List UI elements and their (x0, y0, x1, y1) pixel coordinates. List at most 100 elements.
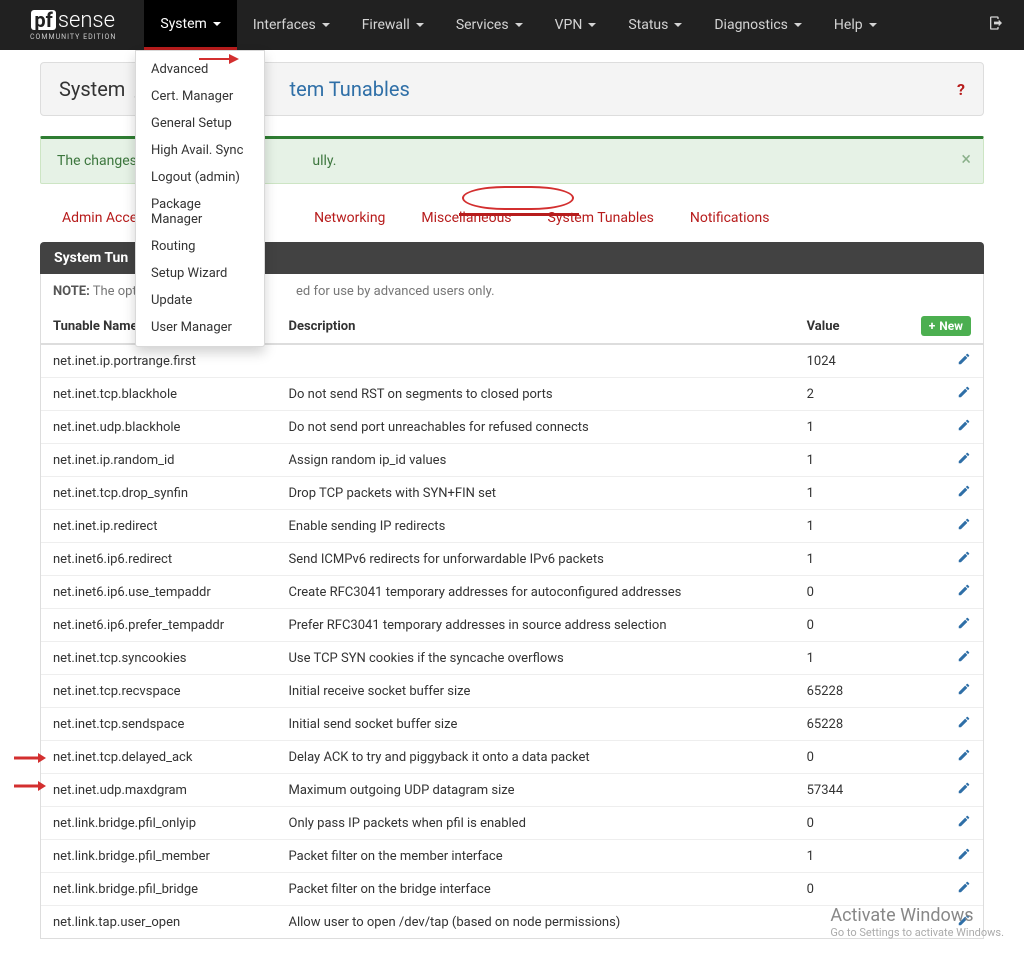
edit-button[interactable] (957, 850, 971, 865)
tab-system-tunables[interactable]: System Tunables (544, 208, 658, 228)
edit-button[interactable] (957, 784, 971, 799)
cell-desc: Only pass IP packets when pfil is enable… (277, 807, 795, 840)
logo[interactable]: pf sense COMMUNITY EDITION (30, 10, 116, 41)
cell-value: 0 (795, 873, 889, 906)
cell-value: 1 (795, 543, 889, 576)
caret-down-icon (515, 23, 523, 27)
new-button[interactable]: + New (921, 316, 971, 336)
logout-button[interactable] (988, 15, 1004, 35)
tab-miscellaneous[interactable]: Miscellaneous (417, 208, 515, 228)
col-actions: + New (889, 309, 983, 344)
edit-button[interactable] (957, 817, 971, 832)
col-desc: Description (277, 309, 795, 344)
cell-value (795, 906, 889, 939)
tab-networking[interactable]: Networking (310, 208, 389, 228)
cell-desc: Do not send RST on segments to closed po… (277, 378, 795, 411)
tab-notifications[interactable]: Notifications (686, 208, 774, 228)
edit-button[interactable] (957, 619, 971, 634)
edit-button[interactable] (957, 553, 971, 568)
dropdown-item-cert-manager[interactable]: Cert. Manager (136, 83, 264, 110)
cell-desc: Use TCP SYN cookies if the syncache over… (277, 642, 795, 675)
edit-button[interactable] (957, 685, 971, 700)
dropdown-item-setup-wizard[interactable]: Setup Wizard (136, 260, 264, 287)
pencil-icon (957, 517, 971, 531)
edit-button[interactable] (957, 487, 971, 502)
caret-down-icon (674, 23, 682, 27)
dropdown-item-high-avail-sync[interactable]: High Avail. Sync (136, 137, 264, 164)
table-row: net.link.tap.user_openAllow user to open… (41, 906, 983, 939)
cell-tunable: net.inet.tcp.delayed_ack (41, 741, 277, 774)
cell-value: 65228 (795, 708, 889, 741)
cell-value: 1 (795, 642, 889, 675)
cell-value: 0 (795, 609, 889, 642)
cell-tunable: net.inet.ip.portrange.first (41, 344, 277, 378)
dropdown-item-logout-admin-[interactable]: Logout (admin) (136, 164, 264, 191)
edit-button[interactable] (957, 388, 971, 403)
edit-button[interactable] (957, 652, 971, 667)
dropdown-item-advanced[interactable]: Advanced (136, 56, 264, 83)
edit-button[interactable] (957, 718, 971, 733)
edit-button[interactable] (957, 520, 971, 535)
table-row: net.inet.udp.maxdgramMaximum outgoing UD… (41, 774, 983, 807)
caret-down-icon (794, 23, 802, 27)
nav-item-diagnostics[interactable]: Diagnostics (698, 0, 818, 50)
caret-down-icon (416, 23, 424, 27)
cell-desc: Initial receive socket buffer size (277, 675, 795, 708)
dropdown-item-general-setup[interactable]: General Setup (136, 110, 264, 137)
dropdown-item-routing[interactable]: Routing (136, 233, 264, 260)
pencil-icon (957, 748, 971, 762)
pencil-icon (957, 550, 971, 564)
help-icon[interactable]: ? (957, 80, 965, 99)
pencil-icon (957, 880, 971, 894)
dropdown-item-user-manager[interactable]: User Manager (136, 314, 264, 341)
nav-item-help[interactable]: Help (818, 0, 893, 50)
alert-close-button[interactable]: × (961, 149, 971, 170)
edit-button[interactable] (957, 421, 971, 436)
nav-item-interfaces[interactable]: Interfaces (237, 0, 346, 50)
table-row: net.inet.tcp.recvspaceInitial receive so… (41, 675, 983, 708)
cell-tunable: net.inet6.ip6.prefer_tempaddr (41, 609, 277, 642)
nav-item-status[interactable]: Status (612, 0, 698, 50)
panel-body: NOTE: The options on this page are inten… (40, 274, 984, 939)
cell-tunable: net.inet.ip.random_id (41, 444, 277, 477)
cell-desc: Drop TCP packets with SYN+FIN set (277, 477, 795, 510)
logo-pf: pf (31, 10, 55, 30)
nav-item-firewall[interactable]: Firewall (346, 0, 440, 50)
table-row: net.inet6.ip6.prefer_tempaddrPrefer RFC3… (41, 609, 983, 642)
cell-tunable: net.inet.ip.redirect (41, 510, 277, 543)
cell-tunable: net.inet.tcp.recvspace (41, 675, 277, 708)
nav-item-vpn[interactable]: VPN (539, 0, 613, 50)
nav-item-system[interactable]: System (144, 0, 236, 50)
cell-desc: Allow user to open /dev/tap (based on no… (277, 906, 795, 939)
pencil-icon (957, 451, 971, 465)
pencil-icon (957, 649, 971, 663)
edit-button[interactable] (957, 916, 971, 931)
caret-down-icon (213, 22, 221, 26)
dropdown-item-package-manager[interactable]: Package Manager (136, 191, 264, 233)
edit-button[interactable] (957, 355, 971, 370)
logout-icon (988, 15, 1004, 31)
edit-button[interactable] (957, 751, 971, 766)
cell-tunable: net.inet.tcp.drop_synfin (41, 477, 277, 510)
cell-desc: Maximum outgoing UDP datagram size (277, 774, 795, 807)
edit-button[interactable] (957, 454, 971, 469)
cell-value: 1 (795, 477, 889, 510)
edit-button[interactable] (957, 883, 971, 898)
cell-value: 0 (795, 741, 889, 774)
col-value: Value (795, 309, 889, 344)
cell-tunable: net.inet6.ip6.redirect (41, 543, 277, 576)
pencil-icon (957, 616, 971, 630)
breadcrumb-root[interactable]: System (59, 77, 125, 101)
table-row: net.link.bridge.pfil_onlyipOnly pass IP … (41, 807, 983, 840)
dropdown-item-update[interactable]: Update (136, 287, 264, 314)
top-navbar: pf sense COMMUNITY EDITION SystemInterfa… (0, 0, 1024, 50)
cell-desc: Enable sending IP redirects (277, 510, 795, 543)
table-row: net.inet.tcp.delayed_ackDelay ACK to try… (41, 741, 983, 774)
table-row: net.inet.ip.portrange.first1024 (41, 344, 983, 378)
nav-item-services[interactable]: Services (440, 0, 539, 50)
pencil-icon (957, 583, 971, 597)
edit-button[interactable] (957, 586, 971, 601)
system-dropdown: AdvancedCert. ManagerGeneral SetupHigh A… (135, 50, 265, 347)
cell-desc: Assign random ip_id values (277, 444, 795, 477)
pencil-icon (957, 781, 971, 795)
